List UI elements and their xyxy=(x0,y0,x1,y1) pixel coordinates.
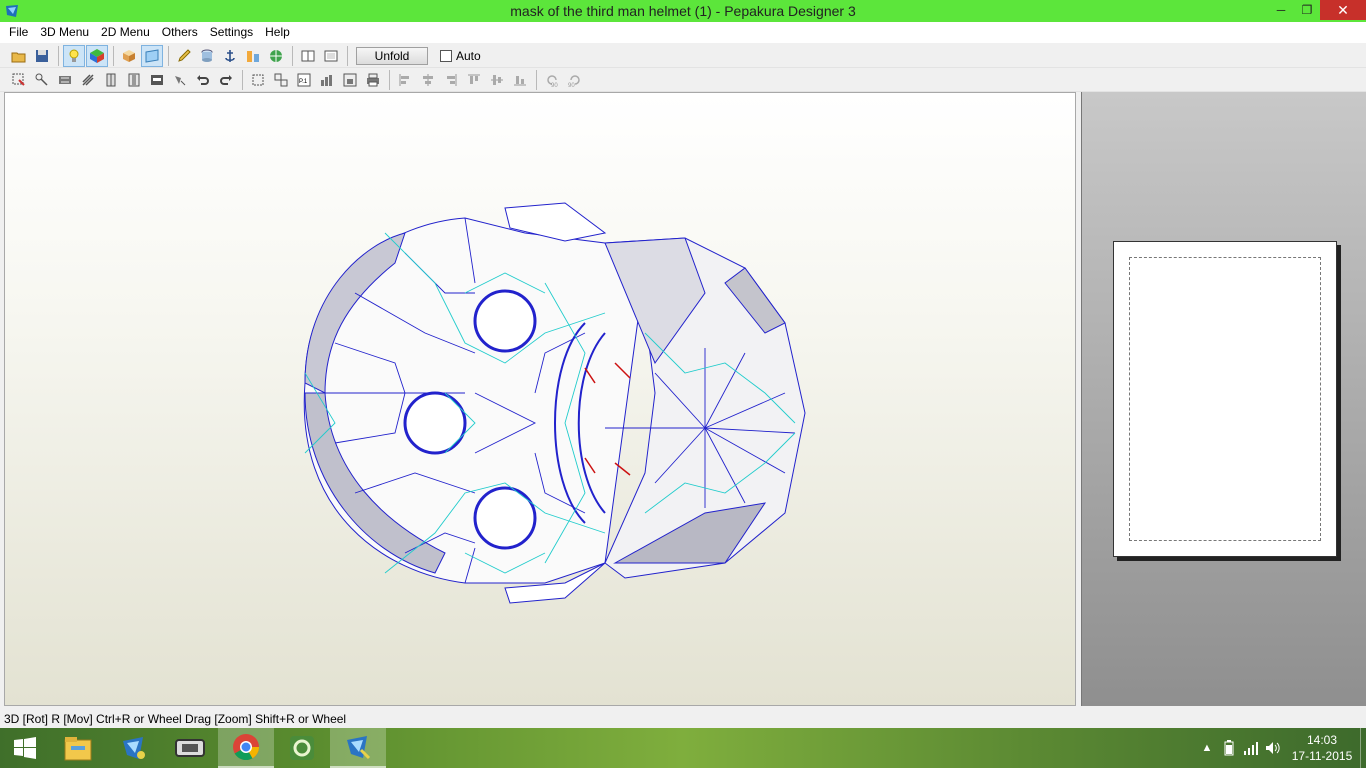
toolbar-separator xyxy=(242,69,243,90)
edit-toolbar: P.1 90 90 xyxy=(0,68,1366,92)
save-icon[interactable] xyxy=(31,45,53,67)
taskbar-pepakura-designer[interactable] xyxy=(330,728,386,768)
rotate-left-label: 90 xyxy=(551,83,558,88)
scale-icon[interactable] xyxy=(242,45,264,67)
align-bottom-icon[interactable] xyxy=(509,69,531,91)
globe-icon[interactable] xyxy=(265,45,287,67)
restore-button[interactable]: ❐ xyxy=(1294,0,1320,20)
rotate-right-label: 90 xyxy=(568,83,575,88)
box-icon[interactable] xyxy=(118,45,140,67)
taskbar: ▲ 14:03 17-11-2015 xyxy=(0,728,1366,768)
clock[interactable]: 14:03 17-11-2015 xyxy=(1284,732,1360,764)
align-center-icon[interactable] xyxy=(417,69,439,91)
unfold-button[interactable]: Unfold xyxy=(356,46,428,65)
join-icon[interactable] xyxy=(54,69,76,91)
show-desktop-button[interactable] xyxy=(1360,728,1366,768)
single-view-icon[interactable] xyxy=(297,45,319,67)
cylinder-icon[interactable] xyxy=(196,45,218,67)
minimize-button[interactable]: ─ xyxy=(1268,0,1294,20)
undo-icon[interactable] xyxy=(192,69,214,91)
menu-others[interactable]: Others xyxy=(156,22,204,43)
pepakura-app-icon[interactable] xyxy=(4,3,20,19)
texture-icon[interactable] xyxy=(86,44,108,67)
flap-edit-icon[interactable] xyxy=(100,69,122,91)
clock-date: 17-11-2015 xyxy=(1291,749,1353,763)
windows-logo-icon xyxy=(14,737,36,759)
main-toolbar: Unfold Auto xyxy=(0,44,1366,68)
menu-2d[interactable]: 2D Menu xyxy=(95,22,156,43)
taskbar-green-app[interactable] xyxy=(274,728,330,768)
frame-multi-icon[interactable] xyxy=(270,69,292,91)
align-right-icon[interactable] xyxy=(440,69,462,91)
paper-page[interactable] xyxy=(1113,241,1337,557)
menu-bar: File 3D Menu 2D Menu Others Settings Hel… xyxy=(0,22,1366,43)
light-icon[interactable] xyxy=(63,44,85,67)
redo-icon[interactable] xyxy=(215,69,237,91)
battery-icon[interactable] xyxy=(1218,740,1240,756)
text-icon[interactable] xyxy=(146,69,168,91)
anchor-icon[interactable] xyxy=(219,45,241,67)
network-icon[interactable] xyxy=(1240,741,1262,755)
pepakura-designer-icon xyxy=(347,736,371,760)
file-explorer-icon xyxy=(64,737,92,761)
status-text: 3D [Rot] R [Mov] Ctrl+R or Wheel Drag [Z… xyxy=(4,712,347,726)
clock-time: 14:03 xyxy=(1306,733,1338,747)
rotate-part-icon[interactable] xyxy=(169,69,191,91)
auto-checkbox[interactable] xyxy=(440,49,452,62)
3d-viewport[interactable] xyxy=(4,92,1076,706)
taskbar-pepakura-unfolder[interactable] xyxy=(162,728,218,768)
toolbar-separator xyxy=(113,45,114,66)
taskbar-file-explorer[interactable] xyxy=(50,728,106,768)
print-preview-icon[interactable] xyxy=(339,69,361,91)
page-number-label: P.1 xyxy=(299,79,308,85)
2d-viewport[interactable] xyxy=(1081,92,1366,706)
volume-icon[interactable] xyxy=(1262,741,1284,755)
menu-help[interactable]: Help xyxy=(259,22,296,43)
toolbar-separator xyxy=(292,45,293,66)
open-icon[interactable] xyxy=(8,45,30,67)
toolbar-separator xyxy=(347,45,348,66)
frame-icon[interactable] xyxy=(247,69,269,91)
taskbar-pepakura-viewer[interactable] xyxy=(106,728,162,768)
close-button[interactable]: ✕ xyxy=(1320,0,1366,20)
show-hidden-icon[interactable]: ▲ xyxy=(1196,742,1218,754)
align-middle-icon[interactable] xyxy=(486,69,508,91)
auto-label: Auto xyxy=(456,48,481,63)
align-top-icon[interactable] xyxy=(463,69,485,91)
title-bar[interactable]: mask of the third man helmet (1) - Pepak… xyxy=(0,0,1366,22)
start-button[interactable] xyxy=(0,728,50,768)
pencil-icon[interactable] xyxy=(173,45,195,67)
app-green-icon xyxy=(290,736,314,760)
window-title: mask of the third man helmet (1) - Pepak… xyxy=(510,3,856,19)
helmet-3d-model[interactable] xyxy=(5,93,1076,706)
menu-3d[interactable]: 3D Menu xyxy=(34,22,95,43)
chrome-icon xyxy=(233,734,260,761)
printable-area xyxy=(1129,257,1321,541)
rotate-90-left-icon[interactable]: 90 xyxy=(541,69,563,91)
fold-icon[interactable] xyxy=(123,69,145,91)
print-icon[interactable] xyxy=(362,69,384,91)
split-icon[interactable] xyxy=(77,69,99,91)
dual-view-icon[interactable] xyxy=(320,45,342,67)
menu-settings[interactable]: Settings xyxy=(204,22,259,43)
pepakura-unfolder-icon xyxy=(175,739,205,757)
pepakura-viewer-icon xyxy=(123,737,145,759)
toolbar-separator xyxy=(536,69,537,90)
menu-file[interactable]: File xyxy=(3,22,34,43)
taskbar-chrome[interactable] xyxy=(218,728,274,768)
select-icon[interactable] xyxy=(8,69,30,91)
system-tray: ▲ 14:03 17-11-2015 xyxy=(1196,728,1366,768)
status-bar: 3D [Rot] R [Mov] Ctrl+R or Wheel Drag [Z… xyxy=(0,710,1366,728)
page-number-icon[interactable]: P.1 xyxy=(293,69,315,91)
toolbar-separator xyxy=(389,69,390,90)
layout-icon[interactable] xyxy=(316,69,338,91)
toolbar-separator xyxy=(58,45,59,66)
auto-checkbox-group[interactable]: Auto xyxy=(440,49,481,63)
align-left-icon[interactable] xyxy=(394,69,416,91)
rotate-90-right-icon[interactable]: 90 xyxy=(564,69,586,91)
flap-icon[interactable] xyxy=(141,44,163,67)
move-icon[interactable] xyxy=(31,69,53,91)
toolbar-separator xyxy=(168,45,169,66)
